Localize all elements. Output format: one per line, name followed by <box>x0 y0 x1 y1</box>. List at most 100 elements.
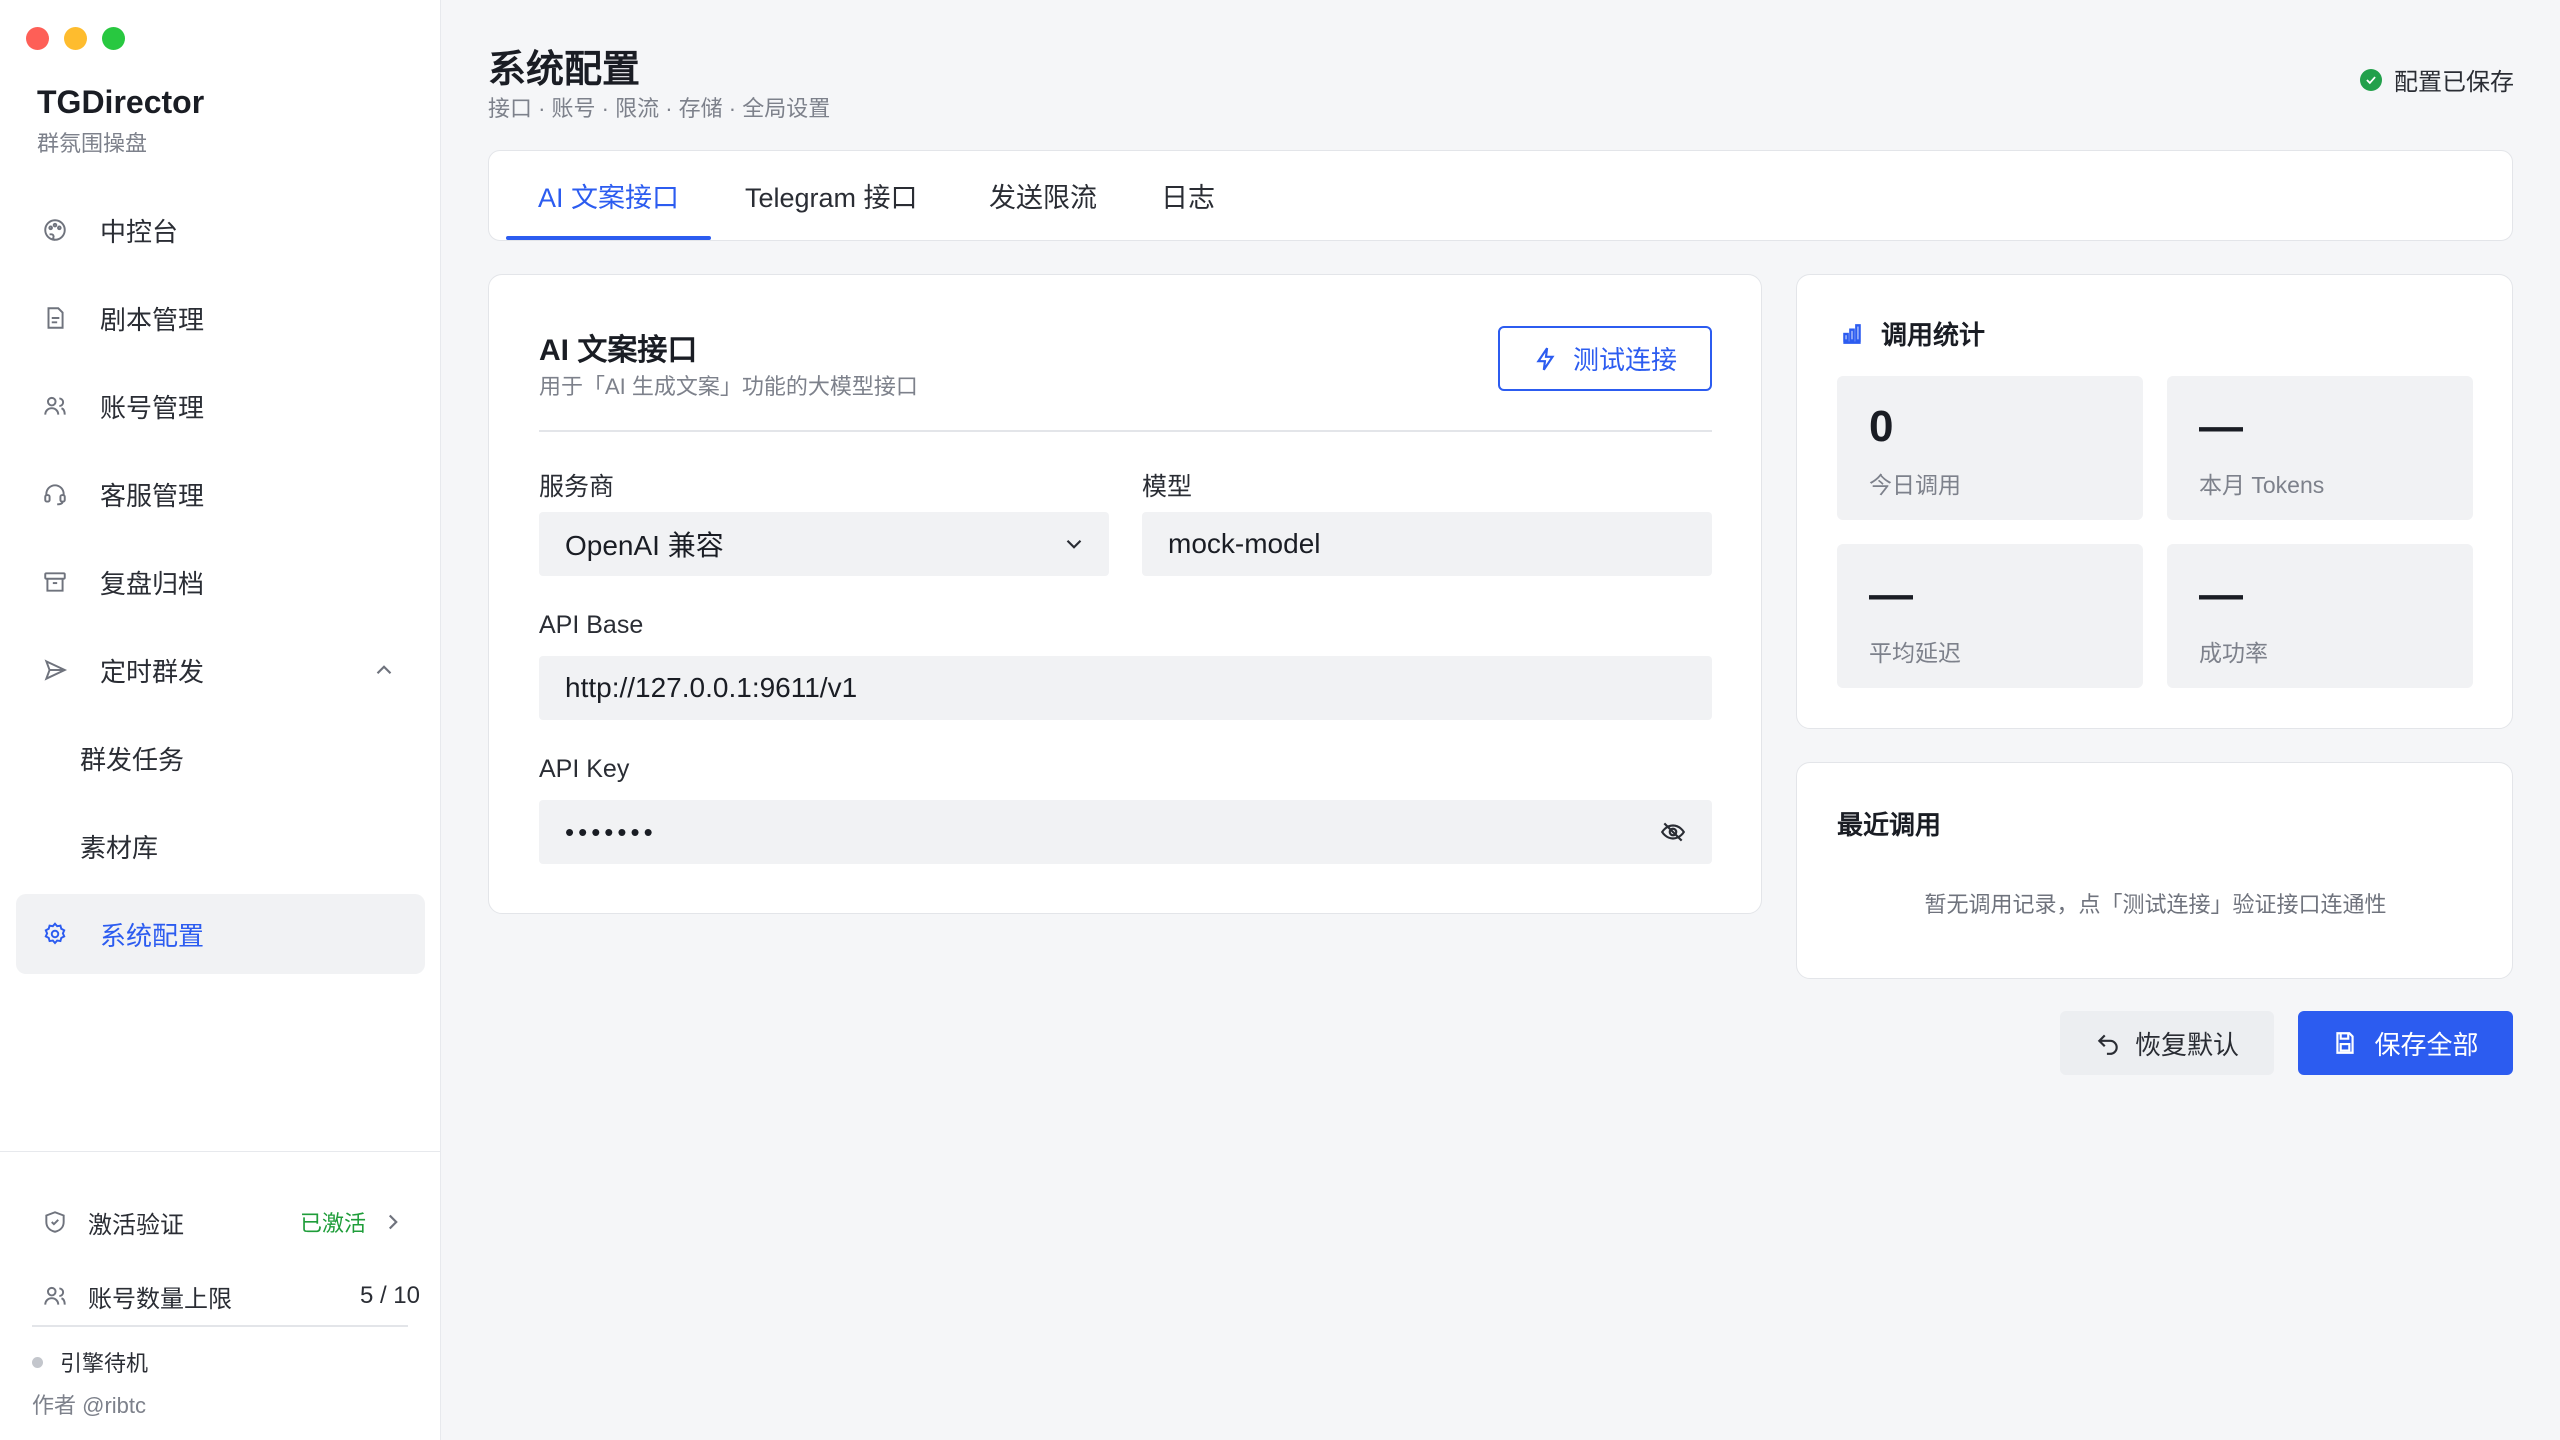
test-connection-label: 测试连接 <box>1572 345 1677 375</box>
sidebar-item-scripts[interactable]: 剧本管理 <box>16 278 425 358</box>
activation-label: 激活验证 <box>88 1211 184 1239</box>
tab-rate-limit[interactable]: 发送限流 <box>989 151 1097 240</box>
close-window-button[interactable] <box>26 27 49 50</box>
sidebar-item-label: 系统配置 <box>100 920 205 951</box>
footer-divider <box>32 1325 408 1327</box>
stat-label: 成功率 <box>2199 640 2268 666</box>
model-input[interactable]: mock-model <box>1142 512 1712 576</box>
stat-value: — <box>2199 570 2243 619</box>
stat-value: — <box>2199 402 2243 451</box>
recent-calls-empty-state: 暂无调用记录，点「测试连接」验证接口连通性 <box>1924 892 2387 917</box>
undo-icon <box>2097 1034 2118 1055</box>
api-key-label: API Key <box>539 755 630 783</box>
document-icon <box>40 303 70 333</box>
stat-label: 本月 Tokens <box>2199 472 2325 498</box>
save-all-label: 保存全部 <box>2374 1029 2479 1060</box>
api-base-value: http://127.0.0.1:9611/v1 <box>565 672 858 703</box>
users-icon <box>40 1281 70 1311</box>
recent-calls-card: 最近调用 暂无调用记录，点「测试连接」验证接口连通性 <box>1796 762 2513 979</box>
app-title: TGDirector <box>37 84 205 120</box>
palette-icon <box>40 215 70 245</box>
sidebar-item-label: 素材库 <box>80 832 159 863</box>
api-base-input[interactable]: http://127.0.0.1:9611/v1 <box>539 656 1712 720</box>
stat-success-rate: — 成功率 <box>2167 544 2473 688</box>
api-key-input[interactable]: ••••••• <box>539 800 1712 864</box>
sidebar-item-label: 账号管理 <box>100 392 205 423</box>
provider-label: 服务商 <box>539 473 615 501</box>
test-connection-button[interactable]: 测试连接 <box>1498 326 1712 391</box>
sidebar-item-settings[interactable]: 系统配置 <box>16 894 425 974</box>
sidebar-item-scheduled-broadcast[interactable]: 定时群发 <box>16 630 425 710</box>
stat-avg-latency: — 平均延迟 <box>1837 544 2143 688</box>
activation-row[interactable]: 激活验证 已激活 <box>40 1202 420 1242</box>
sidebar-item-label: 定时群发 <box>100 656 205 687</box>
card-title: AI 文案接口 <box>539 334 698 367</box>
provider-value: OpenAI 兼容 <box>565 530 724 561</box>
sidebar-item-support[interactable]: 客服管理 <box>16 454 425 534</box>
sidebar-item-label: 群发任务 <box>80 744 185 775</box>
stats-title: 调用统计 <box>1881 320 1986 350</box>
minimize-window-button[interactable] <box>64 27 87 50</box>
account-limit-value: 5 / 10 <box>359 1282 420 1309</box>
model-value: mock-model <box>1168 528 1321 559</box>
provider-select[interactable]: OpenAI 兼容 <box>539 512 1109 576</box>
headset-icon <box>40 479 70 509</box>
tab-logs[interactable]: 日志 <box>1161 151 1215 240</box>
tab-telegram[interactable]: Telegram 接口 <box>745 151 918 240</box>
lightning-icon <box>1536 347 1555 370</box>
app-window: TGDirector 群氛围操盘 中控台 剧本管理 账号管理 客服管理 复盘归档… <box>0 0 2560 1440</box>
engine-status-label: 引擎待机 <box>60 1351 149 1376</box>
check-circle-icon <box>2360 68 2382 91</box>
shield-icon <box>40 1207 70 1237</box>
archive-icon <box>40 567 70 597</box>
sidebar-item-dashboard[interactable]: 中控台 <box>16 190 425 270</box>
stat-label: 平均延迟 <box>1869 640 1961 666</box>
model-label: 模型 <box>1142 473 1193 501</box>
api-base-label: API Base <box>539 611 644 639</box>
page-title: 系统配置 <box>488 49 641 91</box>
stats-header: 调用统计 <box>1839 315 1985 352</box>
save-status-label: 配置已保存 <box>2394 69 2514 96</box>
sidebar-item-label: 剧本管理 <box>100 304 205 335</box>
sidebar-nav: 中控台 剧本管理 账号管理 客服管理 复盘归档 定时群发 群发任务 素材库 系统… <box>16 190 425 982</box>
sidebar: TGDirector 群氛围操盘 中控台 剧本管理 账号管理 客服管理 复盘归档… <box>0 0 441 1440</box>
sidebar-item-accounts[interactable]: 账号管理 <box>16 366 425 446</box>
author-credit: 作者 @ribtc <box>32 1393 147 1418</box>
save-all-button[interactable]: 保存全部 <box>2298 1011 2513 1075</box>
chevron-up-icon[interactable] <box>371 657 397 683</box>
stat-value: 0 <box>1869 402 1894 451</box>
usage-stats-card: 调用统计 0 今日调用 — 本月 Tokens — 平均延迟 — 成功率 <box>1796 274 2513 729</box>
sidebar-item-label: 中控台 <box>100 216 179 247</box>
status-dot-icon <box>32 1356 43 1368</box>
card-divider <box>539 430 1712 432</box>
page-subtitle: 接口 · 账号 · 限流 · 存储 · 全局设置 <box>488 96 831 121</box>
account-limit-label: 账号数量上限 <box>88 1285 232 1313</box>
api-key-value: ••••••• <box>565 816 657 847</box>
window-controls <box>26 27 125 50</box>
save-status: 配置已保存 <box>2360 62 2514 97</box>
sidebar-item-label: 客服管理 <box>100 480 205 511</box>
chevron-down-icon <box>1061 531 1087 557</box>
stat-today-calls: 0 今日调用 <box>1837 376 2143 520</box>
engine-status: 引擎待机 <box>32 1346 148 1378</box>
save-icon <box>2336 1032 2355 1054</box>
chevron-right-icon <box>380 1209 406 1235</box>
zoom-window-button[interactable] <box>102 27 125 50</box>
send-icon <box>40 655 70 685</box>
stat-month-tokens: — 本月 Tokens <box>2167 376 2473 520</box>
sidebar-item-materials[interactable]: 素材库 <box>16 806 425 886</box>
app-subtitle: 群氛围操盘 <box>37 131 148 156</box>
tab-ai-copy[interactable]: AI 文案接口 <box>506 151 712 240</box>
account-limit-row: 账号数量上限 5 / 10 <box>40 1276 420 1316</box>
sidebar-item-archive[interactable]: 复盘归档 <box>16 542 425 622</box>
users-icon <box>40 391 70 421</box>
sidebar-item-label: 复盘归档 <box>100 568 205 599</box>
card-subtitle: 用于「AI 生成文案」功能的大模型接口 <box>539 374 918 399</box>
stat-label: 今日调用 <box>1869 472 1961 498</box>
sidebar-item-broadcast-tasks[interactable]: 群发任务 <box>16 718 425 798</box>
eye-off-icon[interactable] <box>1660 819 1686 845</box>
ai-config-card: AI 文案接口 用于「AI 生成文案」功能的大模型接口 测试连接 服务商 Ope… <box>488 274 1762 914</box>
reset-defaults-button[interactable]: 恢复默认 <box>2060 1011 2274 1075</box>
gear-icon <box>40 919 70 949</box>
settings-tabs: AI 文案接口 Telegram 接口 发送限流 日志 <box>488 150 2513 241</box>
